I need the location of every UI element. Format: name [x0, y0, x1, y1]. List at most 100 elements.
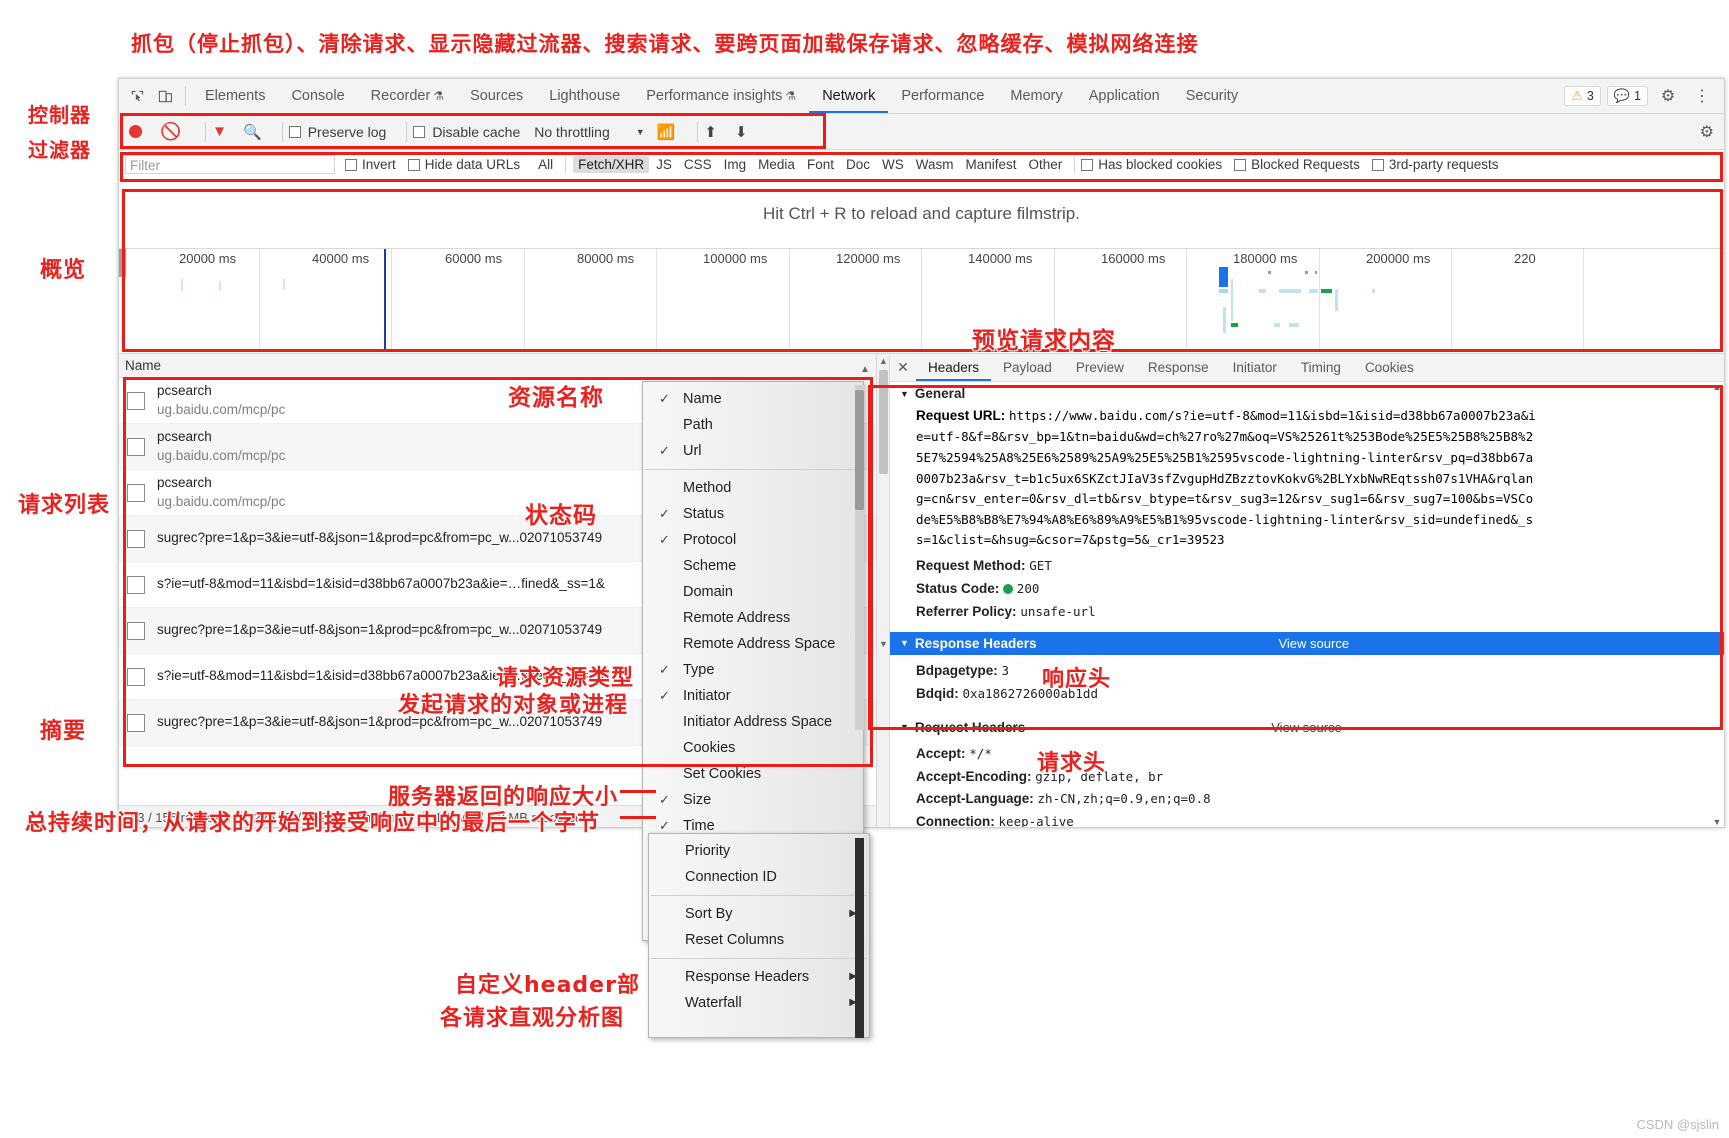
filter-type-css[interactable]: CSS [679, 156, 717, 173]
tab-network[interactable]: Network [809, 79, 888, 113]
filter-type-doc[interactable]: Doc [841, 156, 875, 173]
menu-item-size[interactable]: ✓ Size [643, 787, 863, 813]
row-checkbox[interactable] [127, 667, 145, 686]
tab-console[interactable]: Console [278, 79, 357, 113]
export-har-icon[interactable]: ⬇ [735, 123, 748, 141]
import-har-icon[interactable]: ⬆ [704, 123, 717, 141]
invert-checkbox[interactable]: Invert [345, 157, 396, 172]
row-checkbox[interactable] [127, 575, 145, 594]
menu-item-protocol[interactable]: ✓ Protocol [643, 527, 863, 553]
scroll-down-arrow-icon[interactable]: ▼ [1712, 817, 1722, 827]
menu-item-initiator-address-space[interactable]: Initiator Address Space [643, 709, 863, 735]
tab-cookies[interactable]: Cookies [1353, 354, 1426, 381]
filter-type-wasm[interactable]: Wasm [911, 156, 959, 173]
hide-data-urls-checkbox[interactable]: Hide data URLs [407, 157, 520, 172]
tab-response[interactable]: Response [1136, 354, 1221, 381]
tab-performance-insights[interactable]: Performance insights ⚗ [633, 79, 809, 113]
inspect-element-icon[interactable] [123, 83, 151, 109]
menu-item-priority[interactable]: Priority [649, 838, 869, 864]
menu-item-remote-address[interactable]: Remote Address [643, 605, 863, 631]
tab-sources[interactable]: Sources [457, 79, 536, 113]
message-count-badge[interactable]: 💬 1 [1606, 86, 1648, 106]
more-options-icon[interactable]: ⋮ [1688, 83, 1716, 109]
menu-item-method[interactable]: Method [643, 475, 863, 501]
menu-item-sort-by[interactable]: Sort By ▶ [649, 901, 869, 927]
tab-recorder[interactable]: Recorder ⚗ [358, 79, 457, 113]
filter-type-ws[interactable]: WS [877, 156, 909, 173]
scroll-up-arrow-icon[interactable]: ▲ [877, 356, 890, 366]
tab-initiator[interactable]: Initiator [1221, 354, 1289, 381]
filter-type-js[interactable]: JS [651, 156, 677, 173]
general-section-title[interactable]: ▼ General [890, 382, 1724, 405]
filter-type-all[interactable]: All [533, 156, 558, 173]
scroll-up-arrow-icon[interactable]: ▲ [1712, 382, 1722, 392]
disable-cache-checkbox[interactable]: Disable cache [413, 124, 520, 140]
clear-requests-icon[interactable]: 🚫 [160, 122, 181, 142]
menu-item-scheme[interactable]: Scheme [643, 553, 863, 579]
scrollbar-thumb[interactable] [879, 370, 888, 474]
settings-gear-icon[interactable]: ⚙ [1654, 83, 1682, 109]
tab-security[interactable]: Security [1173, 79, 1251, 113]
filter-toggle-icon[interactable]: ▼ [212, 123, 227, 140]
blocked-requests-checkbox[interactable]: Blocked Requests [1234, 157, 1360, 172]
menu-item-connection-id[interactable]: Connection ID [649, 864, 869, 890]
tab-application[interactable]: Application [1076, 79, 1173, 113]
view-source-request-link[interactable]: View source [1271, 720, 1350, 735]
filter-type-fetch-xhr[interactable]: Fetch/XHR [573, 156, 650, 173]
menu-item-reset-columns[interactable]: Reset Columns [649, 927, 869, 953]
close-icon[interactable]: ✕ [890, 359, 916, 376]
overview-timeline[interactable]: 20000 ms 40000 ms 60000 ms 80000 ms 1000… [119, 248, 1724, 352]
has-blocked-cookies-checkbox[interactable]: Has blocked cookies [1081, 157, 1222, 172]
filter-type-img[interactable]: Img [719, 156, 752, 173]
tab-preview[interactable]: Preview [1064, 354, 1136, 381]
tab-lighthouse[interactable]: Lighthouse [536, 79, 633, 113]
network-conditions-icon[interactable]: 📶 [657, 123, 676, 141]
tab-performance[interactable]: Performance [888, 79, 997, 113]
third-party-requests-checkbox[interactable]: 3rd-party requests [1371, 157, 1498, 172]
row-checkbox[interactable] [127, 483, 145, 502]
details-scrollbar[interactable]: ▲ ▼ [1712, 382, 1722, 827]
menu-item-response-headers[interactable]: Response Headers ▶ [649, 964, 869, 990]
columns-context-menu-lower[interactable]: Priority Connection ID Sort By ▶ Reset Co… [648, 833, 870, 1038]
menu-item-url[interactable]: ✓ Url [643, 438, 863, 464]
menu-item-waterfall[interactable]: Waterfall ▶ [649, 990, 869, 1016]
network-settings-gear-icon[interactable]: ⚙ [1700, 122, 1724, 142]
throttling-select[interactable]: No throttling ▼ [534, 124, 644, 140]
menu-item-path[interactable]: Path [643, 412, 863, 438]
request-headers-section-title[interactable]: ▼ Request Headers View source [890, 716, 1724, 739]
response-headers-section-title[interactable]: ▼ Response Headers View source [890, 631, 1724, 655]
filter-type-other[interactable]: Other [1024, 156, 1068, 173]
menu-item-status[interactable]: ✓ Status [643, 501, 863, 527]
menu-item-cookies[interactable]: Cookies [643, 735, 863, 761]
tab-timing[interactable]: Timing [1289, 354, 1353, 381]
row-checkbox[interactable] [127, 391, 145, 410]
row-checkbox[interactable] [127, 437, 145, 456]
tab-memory[interactable]: Memory [997, 79, 1075, 113]
scroll-down-arrow-icon[interactable]: ▼ [877, 639, 890, 649]
row-checkbox[interactable] [127, 621, 145, 640]
menu-item-type[interactable]: ✓ Type [643, 657, 863, 683]
request-list-scrollbar[interactable]: ▲ ▼ [877, 354, 890, 827]
record-button-icon[interactable] [129, 125, 142, 138]
tab-payload[interactable]: Payload [991, 354, 1064, 381]
row-checkbox[interactable] [127, 713, 145, 732]
menu-item-domain[interactable]: Domain [643, 579, 863, 605]
device-toolbar-icon[interactable] [151, 83, 179, 109]
view-source-response-link[interactable]: View source [1278, 636, 1357, 651]
row-checkbox[interactable] [127, 529, 145, 548]
filter-input[interactable]: Filter [125, 155, 335, 174]
request-table-header[interactable]: Name ▲ [119, 354, 876, 378]
filter-type-manifest[interactable]: Manifest [960, 156, 1021, 173]
menu-item-set-cookies[interactable]: Set Cookies [643, 761, 863, 787]
menu-item-remote-address-space[interactable]: Remote Address Space [643, 631, 863, 657]
menu-item-initiator[interactable]: ✓ Initiator [643, 683, 863, 709]
warning-count-badge[interactable]: ⚠ 3 [1564, 86, 1601, 106]
preserve-log-checkbox[interactable]: Preserve log [288, 124, 386, 140]
context-menu-lower-scrollbar[interactable] [855, 838, 864, 1038]
search-requests-icon[interactable]: 🔍 [243, 123, 262, 141]
tab-headers[interactable]: Headers [916, 354, 991, 381]
filter-type-font[interactable]: Font [802, 156, 839, 173]
context-menu-scroll-thumb[interactable] [855, 390, 864, 510]
tab-elements[interactable]: Elements [192, 79, 278, 113]
filter-type-media[interactable]: Media [753, 156, 800, 173]
